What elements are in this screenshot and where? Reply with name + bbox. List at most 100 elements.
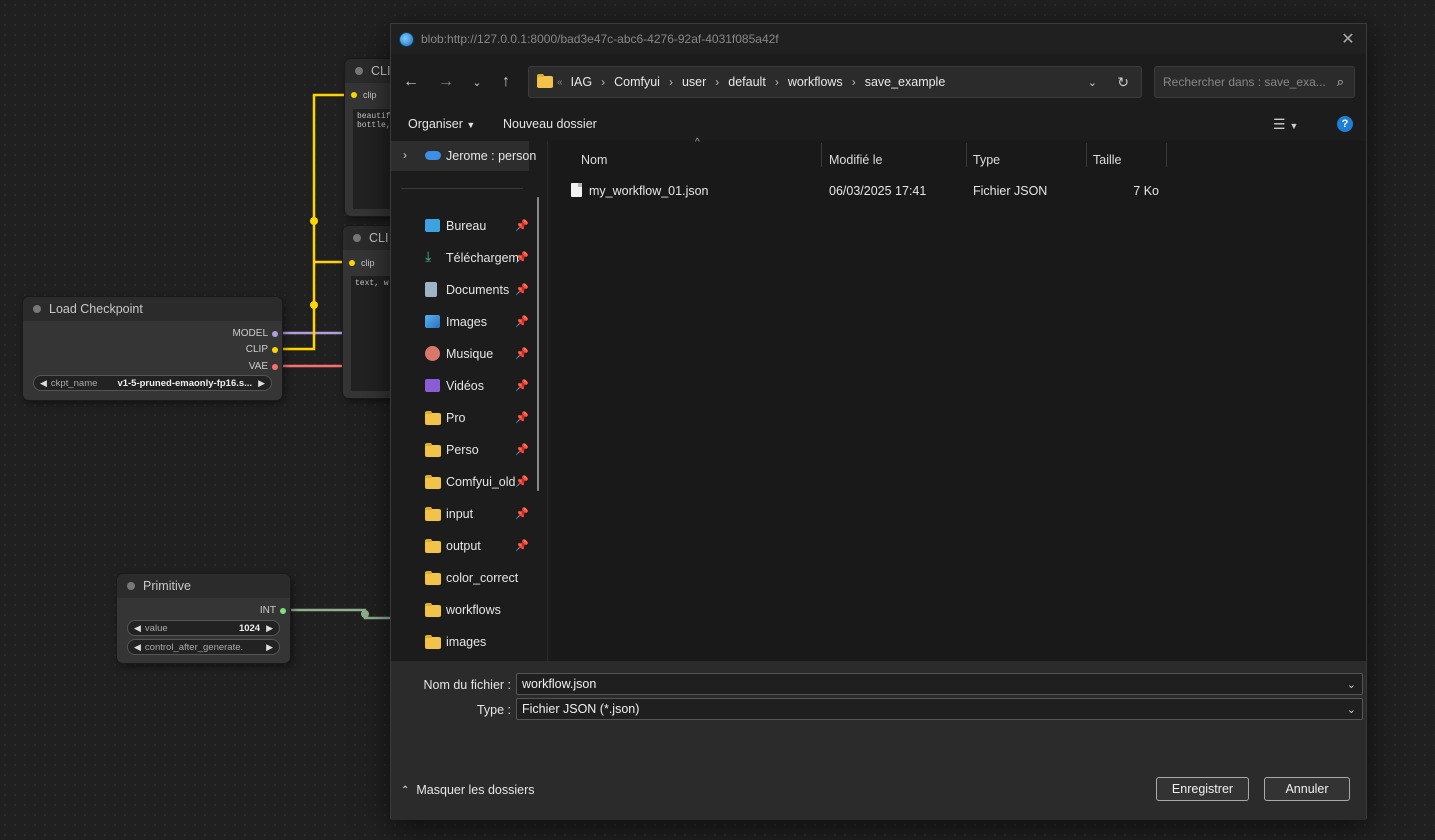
address-history-chevron-icon[interactable]: ⌄ bbox=[1088, 76, 1097, 89]
hide-folders-toggle[interactable]: ⌃ Masquer les dossiers bbox=[401, 783, 535, 797]
dialog-titlebar[interactable]: blob:http://127.0.0.1:8000/bad3e47c-abc6… bbox=[391, 24, 1366, 54]
nav-item-images[interactable]: Images 📌 bbox=[391, 307, 541, 337]
pin-icon[interactable]: 📌 bbox=[515, 347, 529, 360]
ckpt-name-combo[interactable]: ◀ ckpt_name v1-5-pruned-emaonly-fp16.s..… bbox=[33, 375, 272, 391]
column-divider[interactable] bbox=[821, 143, 822, 167]
nav-item-input[interactable]: input 📌 bbox=[391, 499, 541, 529]
decrement-arrow-icon[interactable]: ◀ bbox=[134, 623, 141, 634]
column-header-size[interactable]: Taille bbox=[1093, 153, 1122, 167]
model-output-slot[interactable] bbox=[272, 330, 278, 337]
pin-icon[interactable]: 📌 bbox=[515, 379, 529, 392]
cancel-button[interactable]: Annuler bbox=[1264, 777, 1350, 801]
vae-output-slot[interactable] bbox=[272, 363, 278, 370]
desktop-icon bbox=[425, 219, 440, 232]
search-input[interactable]: Rechercher dans : save_exa... ⌕ bbox=[1154, 66, 1355, 98]
column-divider[interactable] bbox=[1086, 143, 1087, 167]
nav-item-images-folder[interactable]: images bbox=[391, 627, 541, 657]
nav-item-musique[interactable]: Musique 📌 bbox=[391, 339, 541, 369]
nav-scrollbar[interactable] bbox=[537, 197, 539, 491]
node-title: CLI bbox=[369, 231, 389, 245]
pin-icon[interactable]: 📌 bbox=[515, 411, 529, 424]
nav-item-pro[interactable]: Pro 📌 bbox=[391, 403, 541, 433]
chevron-right-icon[interactable]: › bbox=[715, 75, 719, 89]
help-icon[interactable]: ? bbox=[1337, 116, 1353, 132]
chevron-down-icon[interactable]: ⌄ bbox=[1347, 703, 1356, 716]
nav-item-label: Bureau bbox=[446, 219, 487, 233]
nav-item-telechargements[interactable]: ⤓ Téléchargem 📌 bbox=[391, 243, 541, 273]
column-header-name[interactable]: Nom bbox=[581, 153, 607, 167]
recent-locations-chevron-icon[interactable]: ⌄ bbox=[465, 71, 489, 93]
decrement-arrow-icon[interactable]: ◀ bbox=[40, 378, 47, 389]
nav-item-label: Jerome : person bbox=[446, 149, 537, 163]
widget-value: v1-5-pruned-emaonly-fp16.s... bbox=[117, 377, 253, 389]
pin-icon[interactable]: 📌 bbox=[515, 283, 529, 296]
navigation-pane: › Jerome : person Bureau 📌 ⤓ Téléchargem… bbox=[391, 141, 541, 661]
file-type-select[interactable]: Fichier JSON (*.json) ⌄ bbox=[516, 698, 1363, 720]
breadcrumb-comfyui[interactable]: Comfyui bbox=[614, 75, 660, 89]
value-number-widget[interactable]: ◀ value 1024 ▶ bbox=[127, 620, 280, 636]
pin-icon[interactable]: 📌 bbox=[515, 507, 529, 520]
chevron-right-icon[interactable]: › bbox=[852, 75, 856, 89]
clip-output-slot[interactable] bbox=[272, 346, 278, 353]
breadcrumb-user[interactable]: user bbox=[682, 75, 706, 89]
increment-arrow-icon[interactable]: ▶ bbox=[266, 623, 273, 634]
organize-button[interactable]: Organiser ▼ bbox=[408, 117, 475, 131]
pin-icon[interactable]: 📌 bbox=[515, 219, 529, 232]
chevron-right-icon[interactable]: › bbox=[601, 75, 605, 89]
clip-input-slot[interactable] bbox=[349, 260, 355, 266]
breadcrumb-workflows[interactable]: workflows bbox=[788, 75, 843, 89]
column-divider[interactable] bbox=[1166, 143, 1167, 167]
increment-arrow-icon[interactable]: ▶ bbox=[258, 378, 265, 389]
chevron-down-icon[interactable]: ⌄ bbox=[1347, 678, 1356, 691]
int-output-slot[interactable] bbox=[280, 607, 286, 614]
forward-arrow-icon[interactable]: → bbox=[434, 71, 458, 93]
cloud-icon bbox=[425, 151, 441, 160]
nav-item-bureau[interactable]: Bureau 📌 bbox=[391, 211, 541, 241]
nav-item-workflows[interactable]: workflows bbox=[391, 595, 541, 625]
nav-item-color-correct[interactable]: color_correct bbox=[391, 563, 541, 593]
decrement-arrow-icon[interactable]: ◀ bbox=[134, 642, 141, 653]
nav-item-label: Téléchargem bbox=[446, 251, 519, 265]
new-folder-button[interactable]: Nouveau dossier bbox=[503, 117, 597, 131]
pin-icon[interactable]: 📌 bbox=[515, 475, 529, 488]
pin-icon[interactable]: 📌 bbox=[515, 315, 529, 328]
expand-chevron-icon[interactable]: › bbox=[403, 148, 407, 162]
pin-icon[interactable]: 📌 bbox=[515, 539, 529, 552]
chevron-right-icon[interactable]: › bbox=[669, 75, 673, 89]
file-type-value: Fichier JSON (*.json) bbox=[522, 702, 640, 716]
column-divider[interactable] bbox=[966, 143, 967, 167]
breadcrumb-iag[interactable]: IAG bbox=[571, 75, 593, 89]
chevron-right-icon[interactable]: › bbox=[775, 75, 779, 89]
pin-icon[interactable]: 📌 bbox=[515, 443, 529, 456]
nav-item-perso[interactable]: Perso 📌 bbox=[391, 435, 541, 465]
breadcrumb-overflow[interactable]: « bbox=[557, 77, 563, 88]
pictures-icon bbox=[425, 315, 440, 328]
pin-icon[interactable]: 📌 bbox=[515, 251, 529, 264]
download-icon: ⤓ bbox=[425, 248, 432, 264]
view-options-icon[interactable]: ☰ ▼ bbox=[1273, 116, 1298, 133]
close-icon[interactable]: ✕ bbox=[1338, 29, 1358, 49]
nav-item-output[interactable]: output 📌 bbox=[391, 531, 541, 561]
widget-label: ckpt_name bbox=[50, 377, 98, 389]
filename-field[interactable]: workflow.json ⌄ bbox=[516, 673, 1363, 695]
nav-item-documents[interactable]: Documents 📌 bbox=[391, 275, 541, 305]
save-button[interactable]: Enregistrer bbox=[1156, 777, 1249, 801]
nav-item-comfyui-old[interactable]: Comfyui_old 📌 bbox=[391, 467, 541, 497]
breadcrumb-default[interactable]: default bbox=[728, 75, 766, 89]
column-header-type[interactable]: Type bbox=[973, 153, 1000, 167]
nav-item-onedrive[interactable]: › Jerome : person bbox=[391, 141, 536, 171]
address-bar[interactable]: « IAG › Comfyui › user › default › workf… bbox=[528, 66, 1142, 98]
increment-arrow-icon[interactable]: ▶ bbox=[266, 642, 273, 653]
load-checkpoint-node[interactable]: Load Checkpoint MODEL CLIP VAE ◀ ckpt_na… bbox=[23, 297, 282, 400]
column-header-modified[interactable]: Modifié le bbox=[829, 153, 883, 167]
primitive-node[interactable]: Primitive INT ◀ value 1024 ▶ ◀ control_a… bbox=[117, 574, 290, 663]
clip-input-slot[interactable] bbox=[351, 92, 357, 98]
control-after-generate-combo[interactable]: ◀ control_after_generate. ▶ bbox=[127, 639, 280, 655]
refresh-icon[interactable]: ↻ bbox=[1117, 74, 1129, 91]
up-arrow-icon[interactable]: ↑ bbox=[494, 71, 518, 93]
breadcrumb-save-example[interactable]: save_example bbox=[865, 75, 946, 89]
nav-item-videos[interactable]: Vidéos 📌 bbox=[391, 371, 541, 401]
folder-icon bbox=[425, 539, 441, 553]
folder-icon bbox=[425, 443, 441, 457]
back-arrow-icon[interactable]: ← bbox=[399, 71, 423, 93]
